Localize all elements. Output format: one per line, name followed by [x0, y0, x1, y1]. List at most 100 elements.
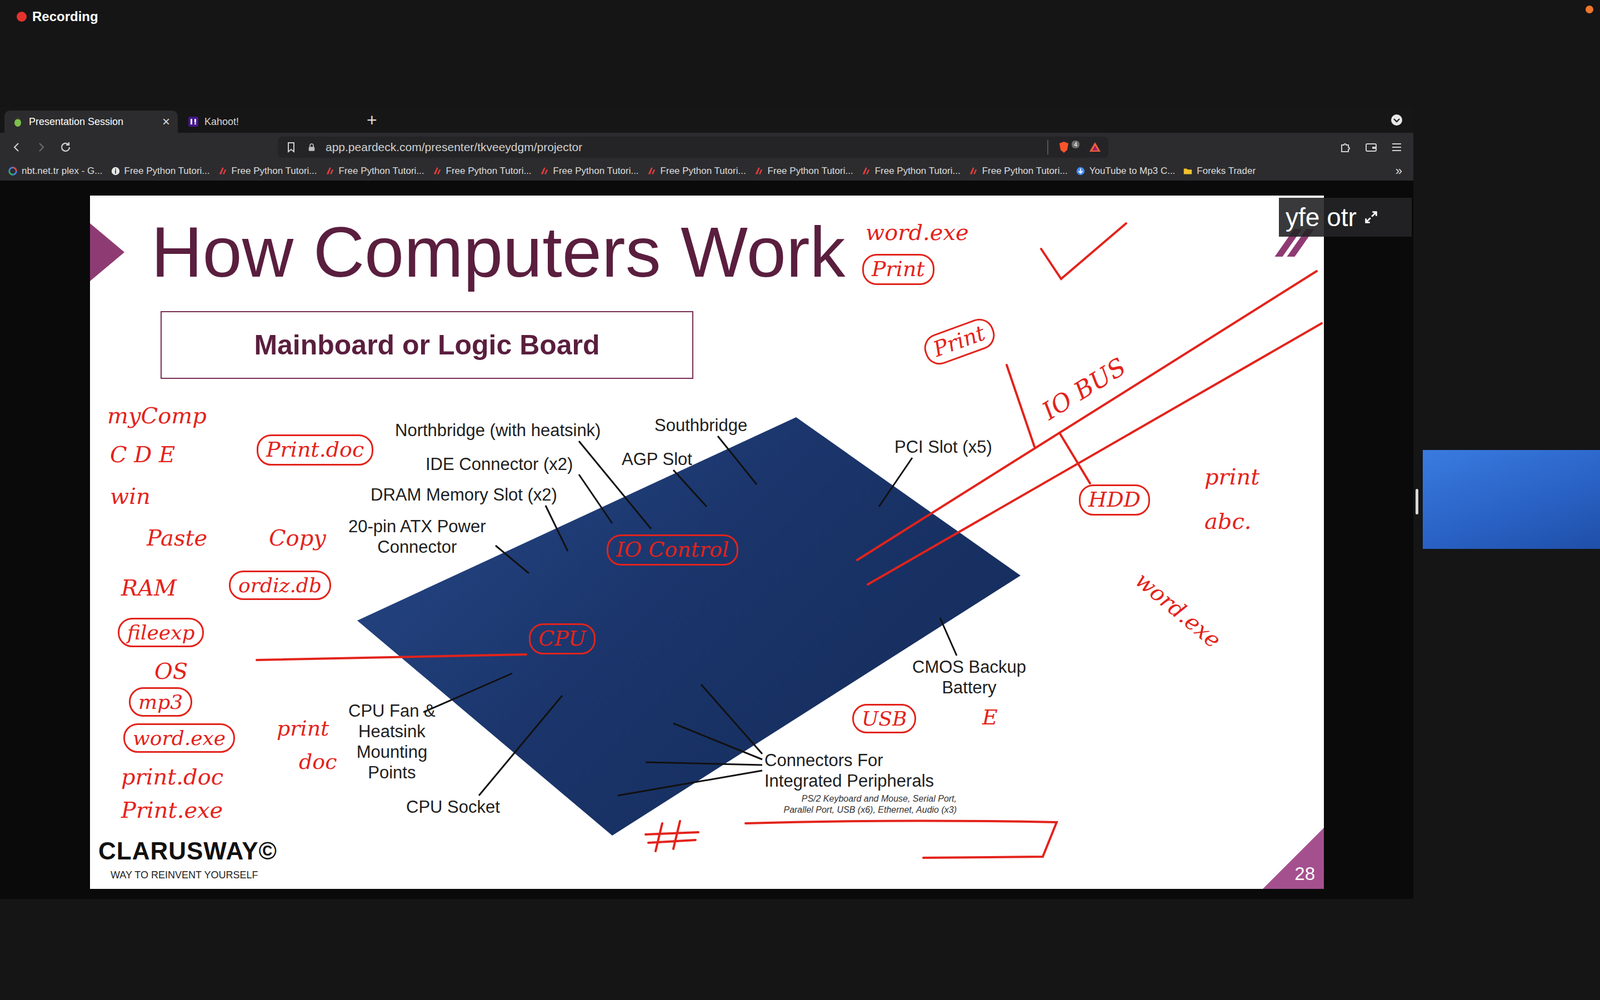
part-label: IDE Connector (x2) — [425, 453, 573, 475]
menu-icon[interactable] — [1390, 140, 1404, 154]
record-dot-icon — [16, 11, 27, 22]
handwritten-note: word.exe — [123, 723, 235, 753]
part-label: Northbridge (with heatsink) — [395, 420, 601, 441]
handwritten-note: win — [106, 481, 154, 511]
part-label: 20-pin ATX PowerConnector — [348, 516, 487, 558]
rewards-triangle-icon[interactable] — [1088, 140, 1102, 154]
tab-search-icon[interactable] — [1390, 113, 1404, 127]
bookmark-label: Free Python Tutori... — [553, 165, 639, 177]
handwritten-note: print.doc — [117, 762, 227, 792]
bookmark-label: Free Python Tutori... — [231, 165, 318, 177]
pen-stroke — [256, 654, 527, 660]
bookmark-item[interactable]: Free Python Tutori... — [753, 165, 854, 177]
label-line: PCI Slot (x5) — [894, 436, 993, 458]
clarusway-icon — [325, 166, 335, 177]
recording-label: Recording — [32, 8, 99, 25]
pen-stroke — [1059, 432, 1090, 484]
wallet-icon[interactable] — [1364, 140, 1378, 154]
divider — [1047, 140, 1049, 155]
bookmark-item[interactable]: YouTube to Mp3 C... — [1075, 165, 1176, 177]
pen-stroke — [1006, 365, 1035, 447]
handwritten-note: Print — [920, 315, 999, 369]
leader-line — [578, 474, 613, 524]
part-label: CMOS BackupBattery — [912, 656, 1027, 698]
browser-tab[interactable]: Presentation Session× — [4, 110, 178, 133]
handwritten-note: doc — [295, 748, 341, 777]
peardeck-icon — [12, 116, 24, 128]
bookmark-item[interactable]: Free Python Tutori... — [968, 165, 1068, 177]
page-number: 28 — [1294, 863, 1315, 885]
part-label: Southbridge — [654, 415, 748, 436]
label-line: AGP Slot — [621, 448, 693, 470]
scroll-handle[interactable] — [1415, 488, 1419, 515]
top-bar: Recording — [0, 0, 1600, 108]
more-bookmarks-button[interactable]: » — [1395, 163, 1406, 179]
subtitle-box: Mainboard or Logic Board — [160, 311, 694, 379]
leader-line — [673, 723, 763, 760]
reload-icon[interactable] — [58, 140, 73, 154]
browser-window: Presentation Session×Kahoot!+ app.peardec… — [0, 107, 1414, 899]
bookmark-item[interactable]: Free Python Tutori... — [646, 165, 747, 177]
bookmark-label: Free Python Tutori... — [446, 165, 532, 177]
part-label: PCI Slot (x5) — [894, 436, 993, 458]
new-tab-button[interactable]: + — [355, 110, 389, 131]
bookmark-label: YouTube to Mp3 C... — [1089, 165, 1176, 177]
handwritten-note: ordiz.db — [228, 570, 332, 600]
download-icon — [1075, 166, 1086, 177]
bookmarks-bar: nbt.net.tr plex - G... Free Python Tutori… — [0, 161, 1414, 181]
bookmark-label: Free Python Tutori... — [767, 165, 854, 177]
handwritten-note: fileexp — [117, 617, 204, 648]
handwritten-note: mp3 — [128, 687, 193, 717]
pen-stroke — [857, 271, 1317, 560]
part-label: AGP Slot — [621, 448, 693, 470]
bookmark-item[interactable]: Free Python Tutori... — [432, 165, 532, 177]
bookmark-item[interactable]: nbt.net.tr plex - G... — [7, 165, 103, 177]
label-line: Southbridge — [654, 415, 748, 436]
address-bar[interactable]: app.peardeck.com/presenter/tkveeydgm/pro… — [277, 136, 1109, 158]
puzzle-icon[interactable] — [1338, 140, 1353, 154]
shield-count-badge: 4 — [1071, 140, 1080, 149]
back-icon[interactable] — [10, 140, 24, 154]
pen-stroke — [867, 323, 1322, 585]
webcam-video[interactable] — [1422, 450, 1600, 549]
label-line: Mounting — [348, 741, 436, 763]
tab-bar: Presentation Session×Kahoot!+ — [0, 107, 1414, 133]
leader-line — [617, 770, 763, 796]
bookmark-item[interactable]: Free Python Tutori... — [861, 165, 961, 177]
slide-footer: CLARUSWAY©WAY TO REINVENT YOURSELF — [90, 837, 1324, 889]
handwritten-note: IO BUS — [1033, 349, 1135, 429]
slide-header: How Computers Work Mainboard or Logic Boa… — [90, 195, 1324, 379]
status-dot-icon — [1585, 5, 1594, 14]
bookmark-item[interactable]: Free Python Tutori... — [325, 165, 425, 177]
google-icon — [7, 166, 18, 177]
bookmark-label: Free Python Tutori... — [875, 165, 961, 177]
bookmark-label: Free Python Tutori... — [982, 165, 1068, 177]
folder-icon — [1182, 166, 1193, 177]
handwritten-note: USB — [852, 703, 917, 734]
label-line: CPU Socket — [406, 796, 500, 818]
page-content: How Computers Work Mainboard or Logic Boa… — [0, 180, 1414, 899]
bookmark-item[interactable]: Foreks Trader — [1182, 165, 1256, 177]
bookmark-item[interactable]: Free Python Tutori... — [539, 165, 639, 177]
presenter-label[interactable]: yfe otr — [1278, 197, 1412, 237]
forward-icon[interactable] — [34, 140, 48, 154]
handwritten-note: word.exe — [1126, 563, 1230, 657]
browser-tab[interactable]: Kahoot! — [180, 110, 354, 133]
expand-icon[interactable] — [1363, 209, 1379, 225]
brave-shield-button[interactable]: 4 — [1057, 140, 1080, 154]
handwritten-note: word.exe — [862, 217, 973, 247]
bookmark-item[interactable]: Free Python Tutori... — [110, 165, 210, 177]
pen-stroke — [645, 821, 699, 852]
bookmark-item[interactable]: Free Python Tutori... — [217, 165, 318, 177]
label-line: CPU Fan & — [348, 700, 436, 722]
bookmark-icon[interactable] — [284, 140, 298, 154]
handwritten-note: HDD — [1078, 484, 1150, 516]
pen-stroke — [745, 820, 1057, 858]
close-tab-button[interactable]: × — [162, 113, 170, 130]
label-line: Heatsink — [348, 721, 436, 742]
screen: Recording Presentation Session×Kahoot!+ ap… — [0, 0, 1600, 1000]
bookmark-label: nbt.net.tr plex - G... — [21, 165, 103, 177]
slide-title: How Computers Work — [151, 212, 1324, 292]
label-line: Connector — [348, 536, 487, 558]
handwritten-note: Print — [862, 253, 935, 285]
